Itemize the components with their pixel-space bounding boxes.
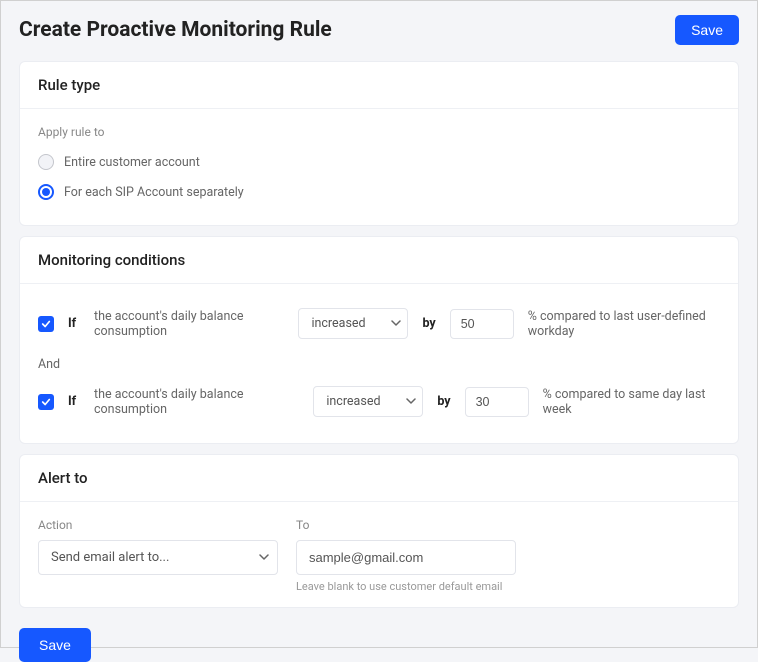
radio-label: Entire customer account: [64, 155, 200, 170]
condition-suffix: % compared to same day last week: [543, 387, 720, 417]
and-separator: And: [38, 357, 720, 372]
rule-type-header: Rule type: [20, 62, 738, 109]
condition-text: the account's daily balance consumption: [94, 387, 299, 417]
direction-value: increased: [311, 316, 365, 331]
radio-icon: [38, 154, 54, 170]
page-header: Create Proactive Monitoring Rule Save: [1, 1, 757, 51]
monitoring-card: Monitoring conditions If the account's d…: [19, 236, 739, 444]
to-label: To: [296, 518, 516, 532]
monitoring-body: If the account's daily balance consumpti…: [20, 284, 738, 443]
amount-input-1[interactable]: [450, 309, 514, 339]
radio-icon: [38, 184, 54, 200]
checkbox-icon[interactable]: [38, 316, 54, 332]
radio-option-per-sip[interactable]: For each SIP Account separately: [38, 177, 720, 207]
direction-value: increased: [326, 394, 380, 409]
save-button-bottom[interactable]: Save: [19, 628, 91, 662]
save-button-top[interactable]: Save: [675, 15, 739, 45]
to-hint: Leave blank to use customer default emai…: [296, 580, 516, 593]
amount-input-2[interactable]: [465, 387, 529, 417]
if-label: If: [68, 394, 80, 409]
page-title: Create Proactive Monitoring Rule: [19, 18, 332, 42]
condition-row-1: If the account's daily balance consumpti…: [38, 300, 720, 347]
monitoring-header: Monitoring conditions: [20, 237, 738, 284]
checkbox-icon[interactable]: [38, 394, 54, 410]
action-field: Action Send email alert to...: [38, 518, 278, 575]
alert-body: Action Send email alert to... To Leave b…: [20, 502, 738, 607]
rule-type-card: Rule type Apply rule to Entire customer …: [19, 61, 739, 226]
radio-inner-icon: [42, 188, 50, 196]
action-select[interactable]: Send email alert to...: [38, 540, 278, 575]
apply-rule-label: Apply rule to: [38, 125, 720, 139]
condition-row-2: If the account's daily balance consumpti…: [38, 378, 720, 425]
to-field: To Leave blank to use customer default e…: [296, 518, 516, 593]
radio-option-entire-account[interactable]: Entire customer account: [38, 147, 720, 177]
chevron-down-icon: [406, 398, 414, 406]
action-value: Send email alert to...: [51, 550, 169, 565]
direction-select-2[interactable]: increased: [313, 386, 423, 417]
chevron-down-icon: [391, 320, 399, 328]
direction-select-1[interactable]: increased: [298, 308, 408, 339]
condition-text: the account's daily balance consumption: [94, 309, 284, 339]
alert-header: Alert to: [20, 455, 738, 502]
alert-card: Alert to Action Send email alert to... T…: [19, 454, 739, 608]
if-label: If: [68, 316, 80, 331]
radio-label: For each SIP Account separately: [64, 185, 244, 200]
chevron-down-icon: [259, 554, 267, 562]
by-label: by: [422, 316, 435, 331]
condition-suffix: % compared to last user-defined workday: [528, 309, 720, 339]
by-label: by: [437, 394, 450, 409]
rule-type-body: Apply rule to Entire customer account Fo…: [20, 109, 738, 225]
action-label: Action: [38, 518, 278, 532]
to-email-input[interactable]: [296, 540, 516, 575]
